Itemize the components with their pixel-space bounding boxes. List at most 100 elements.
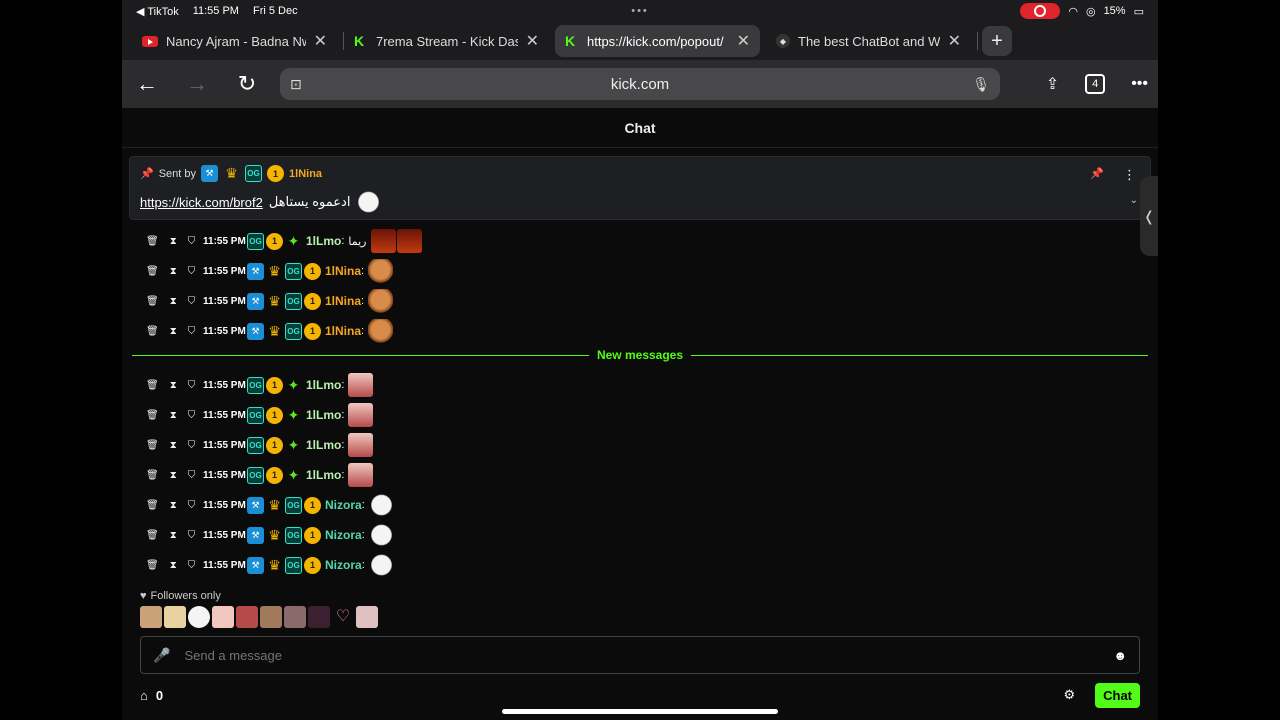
close-icon[interactable]: ✕ — [314, 31, 327, 51]
trash-icon[interactable]: 🗑 — [146, 380, 159, 391]
message-input[interactable] — [184, 647, 1100, 663]
message-username[interactable]: 1lLmo — [306, 408, 341, 422]
message-username[interactable]: 1lNina — [325, 264, 361, 278]
forward-button[interactable]: → — [172, 60, 222, 108]
message-username[interactable]: Nizora — [325, 498, 362, 512]
shield-icon[interactable]: ⛉ — [188, 500, 196, 511]
hourglass-icon[interactable]: ⧗ — [170, 470, 177, 481]
tab-kick-dashboard[interactable]: K 7rema Stream - Kick Dashboard ✕ — [344, 25, 549, 57]
close-icon[interactable]: ✕ — [737, 31, 750, 51]
side-panel-handle[interactable]: ❬ — [1140, 176, 1158, 256]
chat-message[interactable]: 🗑 ⧗ ⛉ 11:55 PM ⚒ ♛ OG 1 Nizora: — [146, 520, 1126, 550]
pinned-message[interactable]: 📌 Sent by ⚒ ♛ OG 1 1lNina https://kick.c… — [129, 156, 1151, 220]
shield-icon[interactable]: ⛉ — [188, 266, 196, 277]
more-menu-icon[interactable]: ••• — [1131, 75, 1148, 93]
message-input-box[interactable]: 🎤 ☻ — [140, 636, 1140, 674]
unpin-icon[interactable]: 📌 — [1090, 167, 1104, 180]
tab-youtube[interactable]: Nancy Ajram - Badna Nwalee ✕ — [132, 25, 337, 57]
hourglass-icon[interactable]: ⧗ — [170, 326, 177, 337]
back-button[interactable]: ← — [122, 60, 172, 108]
chat-message[interactable]: 🗑 ⧗ ⛉ 11:55 PM ⚒ ♛ OG 1 1lNina: — [146, 316, 1126, 346]
emote-icon[interactable] — [140, 606, 162, 628]
gear-icon[interactable]: ⚙ — [1063, 687, 1075, 703]
hourglass-icon[interactable]: ⧗ — [170, 410, 177, 421]
trash-icon[interactable]: 🗑 — [146, 266, 159, 277]
emote-icon[interactable] — [356, 606, 378, 628]
emote-icon[interactable] — [260, 606, 282, 628]
chat-send-button[interactable]: Chat — [1095, 682, 1140, 708]
tab-count-button[interactable]: 4 — [1085, 74, 1106, 94]
hourglass-icon[interactable]: ⧗ — [170, 236, 177, 247]
back-to-app-link[interactable]: ◀ TikTok — [136, 5, 179, 18]
hourglass-icon[interactable]: ⧗ — [170, 296, 177, 307]
pinned-username[interactable]: 1lNina — [289, 168, 322, 180]
shield-icon[interactable]: ⛉ — [188, 530, 196, 541]
close-icon[interactable]: ✕ — [526, 31, 539, 51]
shield-icon[interactable]: ⛉ — [188, 236, 196, 247]
heart-emote-icon[interactable]: ♡ — [332, 606, 354, 628]
message-username[interactable]: 1lNina — [325, 294, 361, 308]
shield-icon[interactable]: ⛉ — [188, 380, 196, 391]
close-icon[interactable]: ✕ — [948, 31, 961, 51]
channel-points[interactable]: ⌂ 0 — [140, 688, 163, 703]
hourglass-icon[interactable]: ⧗ — [170, 500, 177, 511]
chevron-down-icon[interactable]: ⌄ — [1130, 195, 1138, 206]
message-username[interactable]: 1lNina — [325, 324, 361, 338]
chat-message[interactable]: 🗑 ⧗ ⛉ 11:55 PM OG 1 ✦ 1lLmo: — [146, 370, 1126, 400]
hourglass-icon[interactable]: ⧗ — [170, 380, 177, 391]
shield-icon[interactable]: ⛉ — [188, 326, 196, 337]
microphone-icon[interactable]: 🎙 — [972, 76, 990, 93]
message-username[interactable]: Nizora — [325, 528, 362, 542]
trash-icon[interactable]: 🗑 — [146, 326, 159, 337]
chat-message[interactable]: 🗑 ⧗ ⛉ 11:55 PM OG 1 ✦ 1lLmo: — [146, 400, 1126, 430]
hourglass-icon[interactable]: ⧗ — [170, 560, 177, 571]
trash-icon[interactable]: 🗑 — [146, 530, 159, 541]
shield-icon[interactable]: ⛉ — [188, 410, 196, 421]
hourglass-icon[interactable]: ⧗ — [170, 530, 177, 541]
emote-icon[interactable] — [212, 606, 234, 628]
trash-icon[interactable]: 🗑 — [146, 296, 159, 307]
emote-icon[interactable] — [164, 606, 186, 628]
emote-icon[interactable] — [236, 606, 258, 628]
emoji-icon[interactable]: ☻ — [1113, 648, 1127, 663]
message-username[interactable]: 1lLmo — [306, 438, 341, 452]
chat-message[interactable]: 🗑 ⧗ ⛉ 11:55 PM OG 1 ✦ 1lLmo: — [146, 460, 1126, 490]
multitask-dots-icon[interactable]: ••• — [631, 5, 649, 17]
address-bar[interactable]: ⊡ kick.com 🎙 — [280, 68, 1000, 100]
emote-icon[interactable] — [188, 606, 210, 628]
pinned-link[interactable]: https://kick.com/brof2 — [140, 195, 263, 210]
trash-icon[interactable]: 🗑 — [146, 410, 159, 421]
message-username[interactable]: 1lLmo — [306, 234, 341, 248]
message-username[interactable]: 1lLmo — [306, 378, 341, 392]
trash-icon[interactable]: 🗑 — [146, 236, 159, 247]
hourglass-icon[interactable]: ⧗ — [170, 266, 177, 277]
chat-message[interactable]: 🗑 ⧗ ⛉ 11:55 PM OG 1 ✦ 1lLmo: — [146, 430, 1126, 460]
reload-button[interactable]: ↻ — [222, 60, 272, 108]
message-username[interactable]: 1lLmo — [306, 468, 341, 482]
trash-icon[interactable]: 🗑 — [146, 500, 159, 511]
chat-message[interactable]: 🗑 ⧗ ⛉ 11:55 PM ⚒ ♛ OG 1 Nizora: — [146, 550, 1126, 580]
tab-chatbot[interactable]: ◆ The best ChatBot and Web ✕ — [766, 25, 971, 57]
message-username[interactable]: Nizora — [325, 558, 362, 572]
trash-icon[interactable]: 🗑 — [146, 470, 159, 481]
chat-message[interactable]: 🗑 ⧗ ⛉ 11:55 PM ⚒ ♛ OG 1 1lNina: — [146, 256, 1126, 286]
chat-message[interactable]: 🗑 ⧗ ⛉ 11:55 PM ⚒ ♛ OG 1 1lNina: — [146, 286, 1126, 316]
chat-message[interactable]: 🗑 ⧗ ⛉ 11:55 PM ⚒ ♛ OG 1 Nizora: — [146, 490, 1126, 520]
emote-icon[interactable] — [308, 606, 330, 628]
new-tab-button[interactable]: + — [982, 26, 1012, 56]
shield-icon[interactable]: ⛉ — [188, 440, 196, 451]
chat-message[interactable]: 🗑 ⧗ ⛉ 11:55 PM OG 1 ✦ 1lLmo: ريما — [146, 226, 1126, 256]
tab-kick-popout[interactable]: K https://kick.com/popout/ ✕ — [555, 25, 760, 57]
emote-icon[interactable] — [284, 606, 306, 628]
hourglass-icon[interactable]: ⧗ — [170, 440, 177, 451]
site-settings-icon[interactable]: ⊡ — [290, 76, 302, 93]
shield-icon[interactable]: ⛉ — [188, 560, 196, 571]
microphone-icon[interactable]: 🎤 — [153, 647, 170, 664]
trash-icon[interactable]: 🗑 — [146, 560, 159, 571]
trash-icon[interactable]: 🗑 — [146, 440, 159, 451]
shield-icon[interactable]: ⛉ — [188, 296, 196, 307]
home-indicator[interactable] — [502, 709, 778, 714]
shield-icon[interactable]: ⛉ — [188, 470, 196, 481]
share-icon[interactable]: ⇪ — [1046, 74, 1059, 94]
kebab-menu-icon[interactable]: ⋮ — [1123, 167, 1136, 183]
